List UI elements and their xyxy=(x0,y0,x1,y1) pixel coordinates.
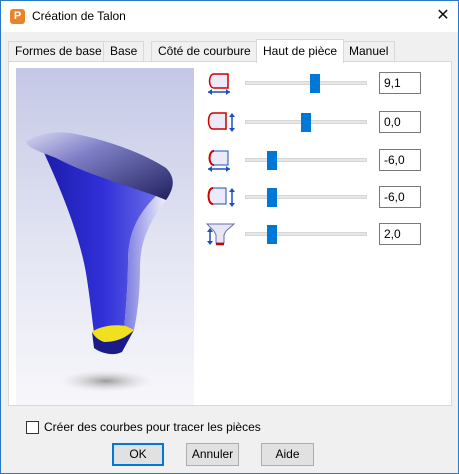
slider-thumb[interactable] xyxy=(267,151,277,170)
slider-thumb[interactable] xyxy=(267,188,277,207)
value-input-3[interactable]: -6,0 xyxy=(379,149,421,171)
heel-preview xyxy=(16,68,194,405)
param-row-5: 2,0 xyxy=(204,221,449,247)
slider-2[interactable] xyxy=(245,113,367,132)
slider-track xyxy=(245,232,367,236)
help-button[interactable]: Aide xyxy=(261,443,314,466)
create-curves-label: Créer des courbes pour tracer les pièces xyxy=(44,420,261,434)
param-row-4: -6,0 xyxy=(204,184,449,210)
create-curves-checkbox[interactable] xyxy=(26,421,39,434)
slider-1[interactable] xyxy=(245,74,367,93)
tab-panel: 9,1 0,0 -6,0 -6,0 2,0 xyxy=(8,61,452,406)
value-input-5[interactable]: 2,0 xyxy=(379,223,421,245)
slider-5[interactable] xyxy=(245,225,367,244)
app-icon: P xyxy=(10,9,25,24)
value-input-1[interactable]: 9,1 xyxy=(379,72,421,94)
slider-thumb[interactable] xyxy=(310,74,320,93)
slider-track xyxy=(245,158,367,162)
tab-cote-de-courbure[interactable]: Côté de courbure xyxy=(151,41,258,62)
param-row-3: -6,0 xyxy=(204,147,449,173)
heel-front-horizontal-icon xyxy=(208,150,230,172)
close-button[interactable]: ✕ xyxy=(428,1,458,32)
title-bar: P Création de Talon ✕ xyxy=(1,1,458,32)
heel-taper-icon xyxy=(205,223,236,246)
window-title: Création de Talon xyxy=(32,9,126,23)
heel-shadow xyxy=(60,370,152,392)
slider-thumb[interactable] xyxy=(301,113,311,132)
param-row-1: 9,1 xyxy=(204,70,449,96)
heel-top-vertical-icon xyxy=(207,112,235,132)
dialog-window: P Création de Talon ✕ Formes de base Bas… xyxy=(0,0,459,474)
param-row-2: 0,0 xyxy=(204,109,449,135)
slider-track xyxy=(245,81,367,85)
heel-top-horizontal-icon xyxy=(208,73,230,95)
slider-track xyxy=(245,195,367,199)
slider-4[interactable] xyxy=(245,188,367,207)
ok-button[interactable]: OK xyxy=(112,443,164,466)
tab-base[interactable]: Base xyxy=(103,41,145,62)
tab-formes-de-base[interactable]: Formes de base xyxy=(8,41,109,62)
value-input-4[interactable]: -6,0 xyxy=(379,186,421,208)
value-input-2[interactable]: 0,0 xyxy=(379,111,421,133)
slider-3[interactable] xyxy=(245,151,367,170)
tab-haut-de-piece[interactable]: Haut de pièce xyxy=(256,39,345,63)
cancel-button[interactable]: Annuler xyxy=(186,443,239,466)
slider-thumb[interactable] xyxy=(267,225,277,244)
tab-manuel[interactable]: Manuel xyxy=(342,41,396,62)
heel-front-vertical-icon xyxy=(207,187,235,207)
